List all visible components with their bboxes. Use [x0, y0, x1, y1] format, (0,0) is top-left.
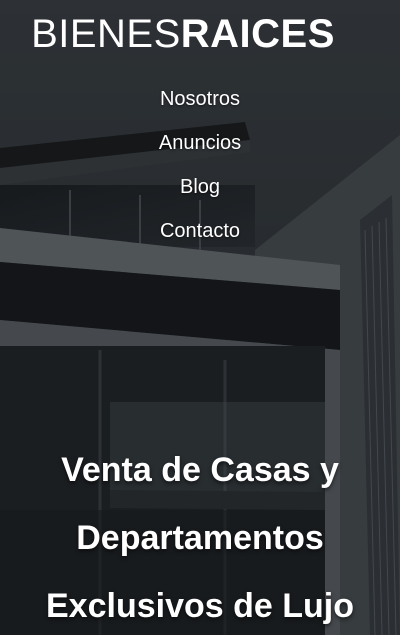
- hero-heading: Venta de Casas y Departamentos Exclusivo…: [0, 436, 400, 635]
- logo-bold-text: RAICES: [180, 12, 335, 56]
- hero-heading-line: Departamentos: [76, 519, 324, 557]
- logo-wordmark: BIENESRAICES: [31, 10, 335, 58]
- hero-heading-line: Exclusivos de Lujo: [46, 587, 354, 625]
- main-navigation: Nosotros Anuncios Blog Contacto: [0, 77, 400, 253]
- site-logo[interactable]: BIENESRAICES: [0, 10, 400, 58]
- nav-link-anuncios[interactable]: Anuncios: [159, 121, 241, 165]
- hero-heading-line: Venta de Casas y: [61, 451, 339, 489]
- nav-link-blog[interactable]: Blog: [180, 165, 220, 209]
- header-content: BIENESRAICES Nosotros Anuncios Blog Cont…: [0, 0, 400, 635]
- site-header: BIENESRAICES Nosotros Anuncios Blog Cont…: [0, 0, 400, 635]
- logo-light-text: BIENES: [31, 12, 181, 56]
- nav-link-nosotros[interactable]: Nosotros: [160, 77, 240, 121]
- nav-link-contacto[interactable]: Contacto: [160, 209, 240, 253]
